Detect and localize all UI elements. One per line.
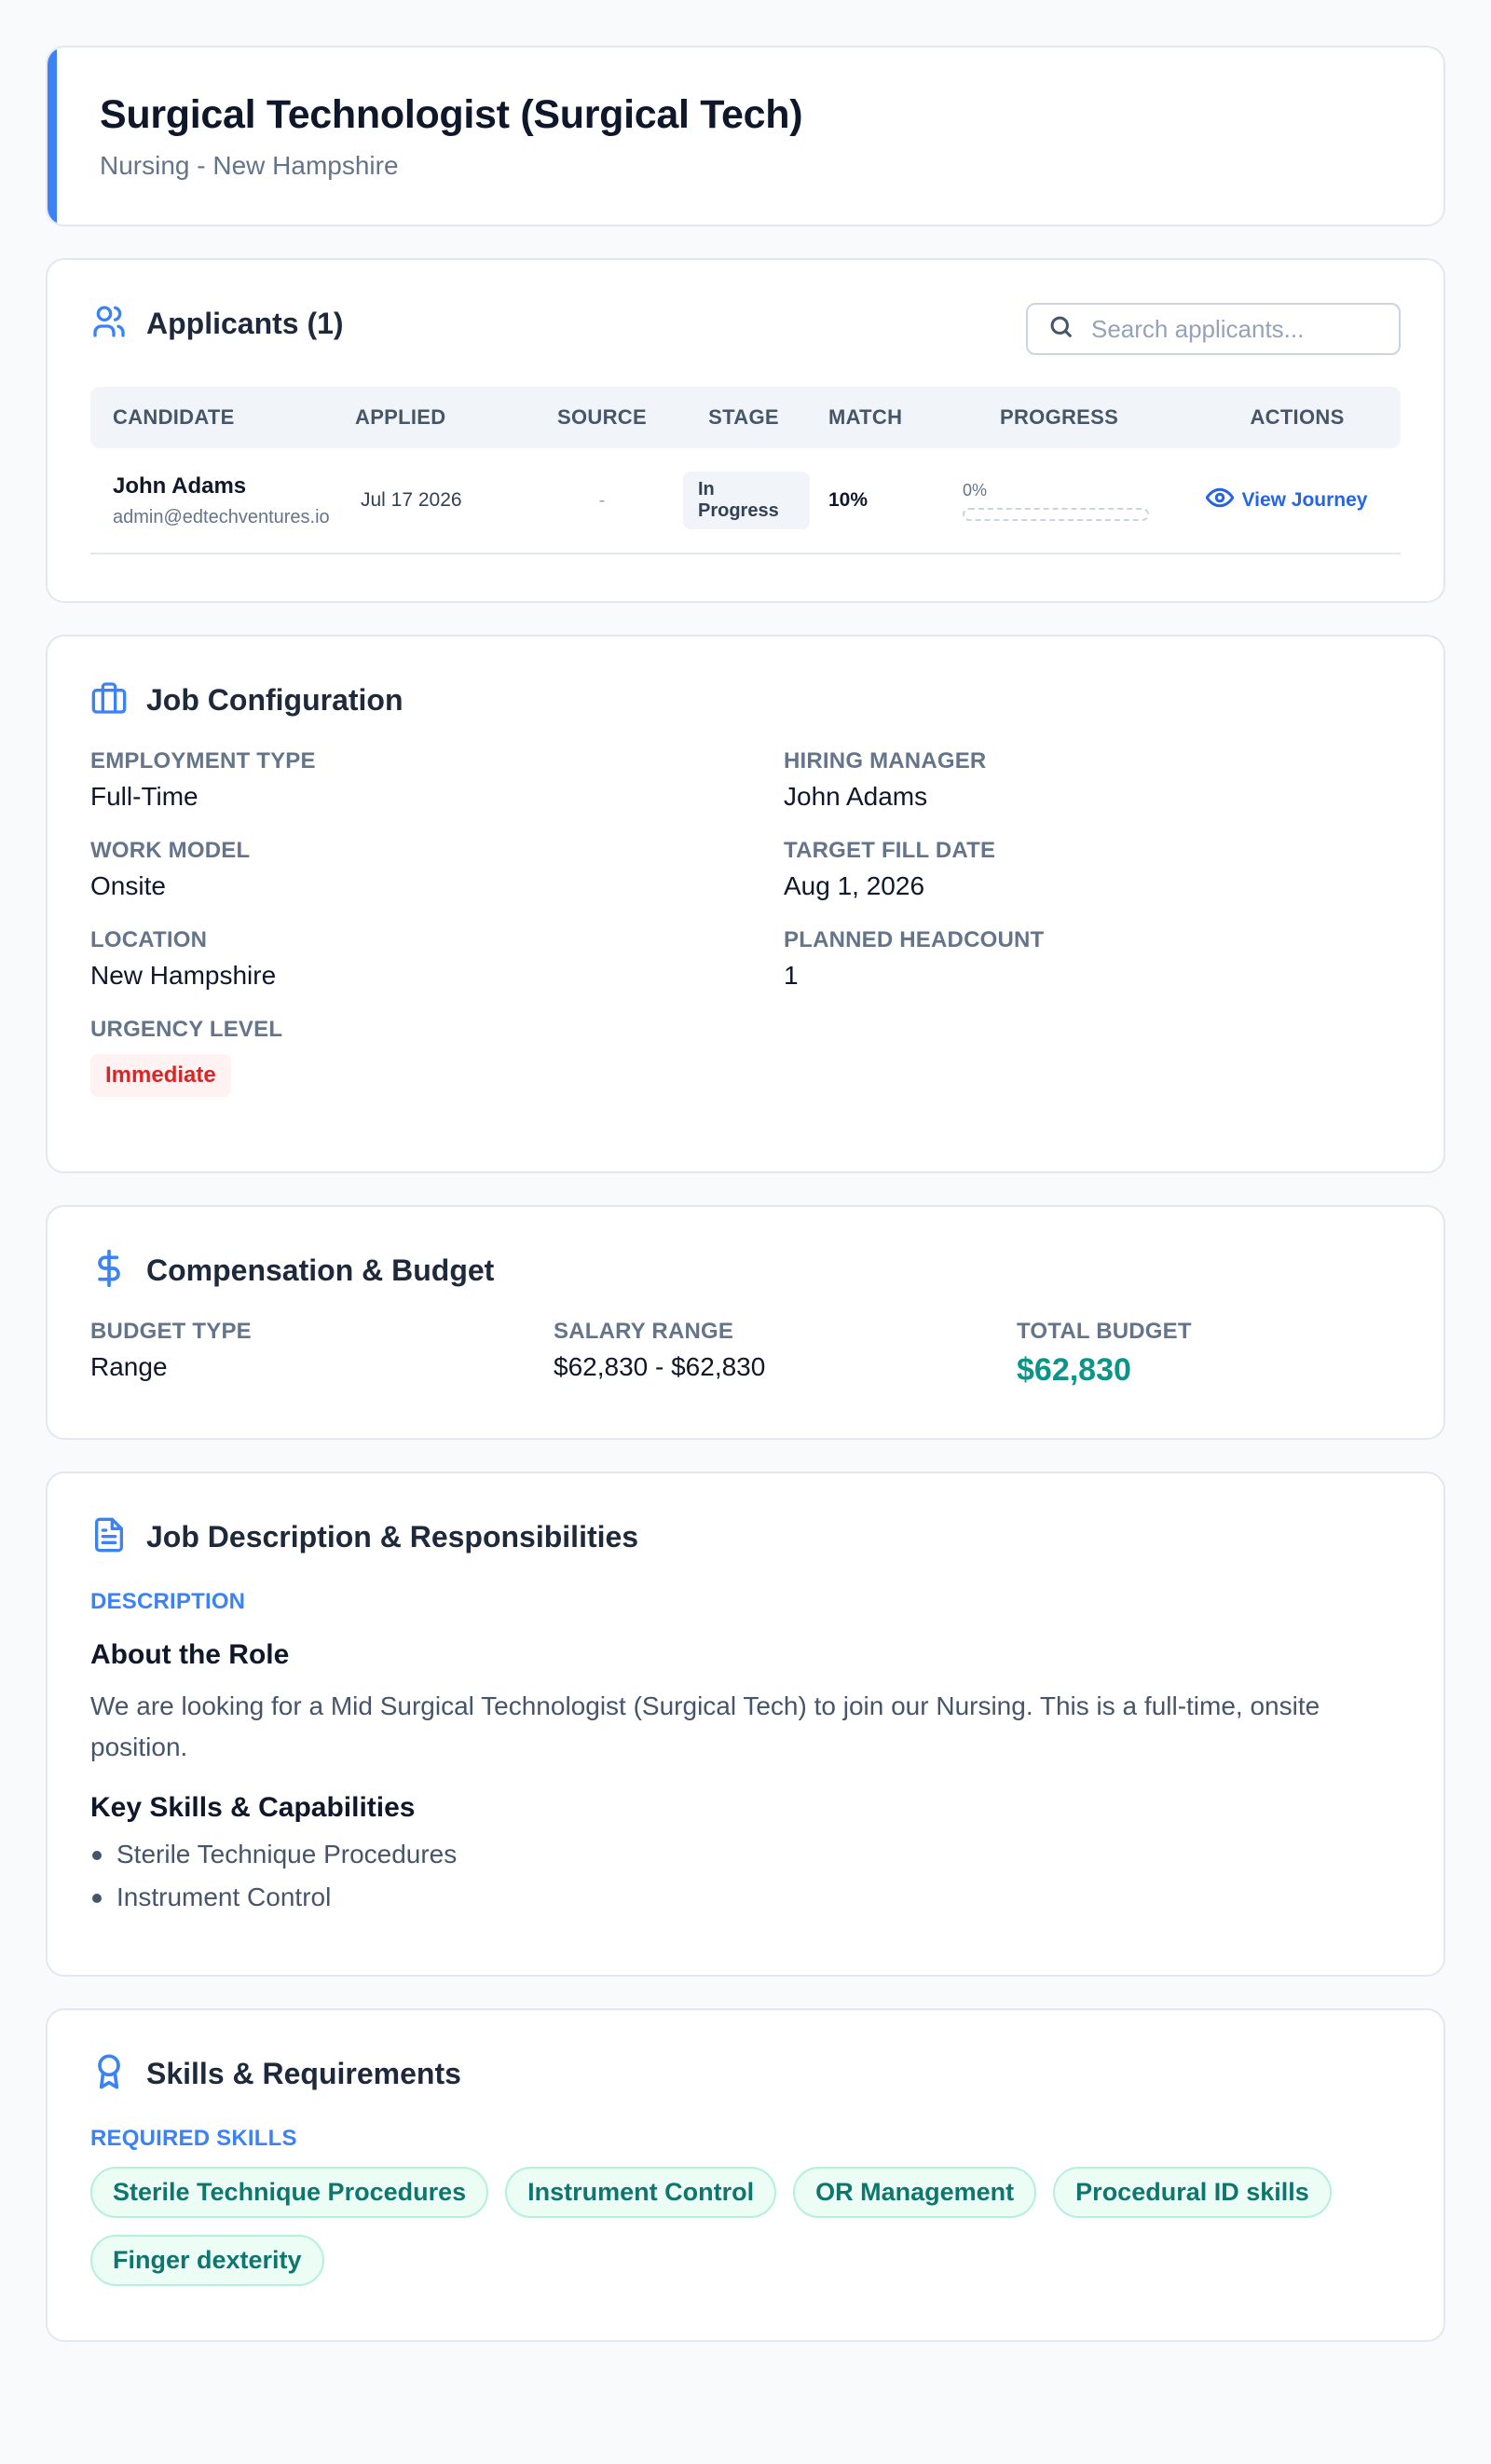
skill-chip: Procedural ID skills [1053,2167,1332,2218]
candidate-cell: John Adams admin@edtechventures.io [90,473,355,528]
page-subtitle: Nursing - New Hampshire [100,151,399,180]
target-fill-label: TARGET FILL DATE [784,838,996,863]
document-icon [90,1516,146,1558]
hiring-manager-value: John Adams [784,782,928,811]
table-row[interactable]: John Adams admin@edtechventures.io Jul 1… [90,448,1401,554]
column-header-stage[interactable]: STAGE [677,405,810,430]
work-model-field: WORK MODEL Onsite [90,838,784,901]
urgency-badge: Immediate [90,1054,231,1097]
budget-type-field: BUDGET TYPE Range [90,1319,554,1389]
table-header: CANDIDATE APPLIED SOURCE STAGE MATCH PRO… [90,387,1401,448]
match-value: 10% [828,489,869,511]
job-header-card: Surgical Technologist (Surgical Tech) Nu… [46,46,1445,226]
view-journey-label: View Journey [1241,489,1368,511]
applied-date: Jul 17 2026 [361,489,462,511]
config-grid: EMPLOYMENT TYPE Full-Time HIRING MANAGER… [90,748,1401,1097]
work-model-label: WORK MODEL [90,838,251,863]
briefcase-icon [90,679,146,721]
header-accent-bar [48,48,57,225]
skill-chips: Sterile Technique Procedures Instrument … [90,2167,1376,2286]
applicants-table: CANDIDATE APPLIED SOURCE STAGE MATCH PRO… [90,387,1401,554]
candidate-email: admin@edtechventures.io [113,506,330,527]
progress-label: 0% [963,480,988,500]
target-fill-value: Aug 1, 2026 [784,871,925,900]
salary-range-value: $62,830 - $62,830 [554,1352,766,1381]
hiring-manager-label: HIRING MANAGER [784,748,987,773]
location-field: LOCATION New Hampshire [90,927,784,991]
skill-chip: Sterile Technique Procedures [90,2167,489,2218]
column-header-candidate[interactable]: CANDIDATE [90,405,355,430]
dollar-icon [90,1249,146,1292]
key-skills-list: Sterile Technique Procedures Instrument … [90,1833,1401,1919]
location-value: New Hampshire [90,961,277,990]
salary-range-field: SALARY RANGE $62,830 - $62,830 [554,1319,1017,1389]
page-title: Surgical Technologist (Surgical Tech) [100,92,803,137]
column-header-match[interactable]: MATCH [810,405,963,430]
config-title: Job Configuration [146,682,404,717]
users-icon [90,303,146,345]
urgency-label: URGENCY LEVEL [90,1017,283,1042]
source-value: - [598,489,606,511]
column-header-applied[interactable]: APPLIED [355,405,527,430]
budget-type-label: BUDGET TYPE [90,1319,252,1344]
about-role-text: We are looking for a Mid Surgical Techno… [90,1691,1320,1761]
employment-type-label: EMPLOYMENT TYPE [90,748,316,773]
skills-title: Skills & Requirements [146,2056,461,2090]
skills-requirements-card: Skills & Requirements REQUIRED SKILLS St… [46,2008,1445,2342]
source-cell: - [527,490,677,512]
job-configuration-card: Job Configuration EMPLOYMENT TYPE Full-T… [46,635,1445,1173]
column-header-progress[interactable]: PROGRESS [963,405,1194,430]
eye-icon [1206,484,1241,517]
applicants-card: Applicants (1) CANDIDATE APPLIED SOURCE … [46,258,1445,603]
config-header: Job Configuration [90,678,1401,722]
headcount-field: PLANNED HEADCOUNT 1 [784,927,1401,991]
work-model-value: Onsite [90,871,166,900]
budget-type-value: Range [90,1352,168,1381]
list-item: Instrument Control [90,1876,1401,1919]
description-header: Job Description & Responsibilities [90,1514,1401,1559]
location-label: LOCATION [90,927,208,952]
about-role-heading: About the Role [90,1639,290,1670]
compensation-header: Compensation & Budget [90,1248,1401,1293]
applicants-title: Applicants (1) [146,306,344,340]
skill-chip: OR Management [793,2167,1037,2218]
search-box[interactable] [1026,303,1401,355]
hiring-manager-field: HIRING MANAGER John Adams [784,748,1401,812]
search-icon [1048,314,1091,345]
award-icon [90,2053,146,2095]
compensation-card: Compensation & Budget BUDGET TYPE Range … [46,1205,1445,1440]
headcount-label: PLANNED HEADCOUNT [784,927,1045,952]
progress-bar [963,507,1149,521]
actions-cell: View Journey [1173,484,1401,517]
target-fill-field: TARGET FILL DATE Aug 1, 2026 [784,838,1401,901]
candidate-name[interactable]: John Adams [113,473,355,500]
list-item: Sterile Technique Procedures [90,1833,1401,1876]
employment-type-value: Full-Time [90,782,198,811]
key-skills-heading: Key Skills & Capabilities [90,1792,416,1823]
skill-chip: Instrument Control [505,2167,777,2218]
stage-badge: In Progress [683,472,810,529]
salary-range-label: SALARY RANGE [554,1319,734,1344]
urgency-field: URGENCY LEVEL Immediate [90,1017,784,1097]
stage-cell: In Progress [677,472,810,529]
compensation-title: Compensation & Budget [146,1253,495,1287]
skill-chip: Finger dexterity [90,2235,324,2286]
employment-type-field: EMPLOYMENT TYPE Full-Time [90,748,784,812]
job-description-card: Job Description & Responsibilities DESCR… [46,1472,1445,1977]
skills-header: Skills & Requirements [90,2051,1401,2096]
headcount-value: 1 [784,961,799,990]
column-header-source[interactable]: SOURCE [527,405,677,430]
search-input[interactable] [1091,314,1399,344]
total-budget-value: $62,830 [1017,1352,1131,1388]
total-budget-field: TOTAL BUDGET $62,830 [1017,1319,1401,1389]
description-label: DESCRIPTION [90,1589,246,1614]
total-budget-label: TOTAL BUDGET [1017,1319,1192,1344]
progress-cell: 0% [963,481,1173,521]
description-title: Job Description & Responsibilities [146,1519,639,1554]
view-journey-link[interactable]: View Journey [1206,484,1368,517]
compensation-grid: BUDGET TYPE Range SALARY RANGE $62,830 -… [90,1319,1401,1389]
column-header-actions: ACTIONS [1250,405,1345,429]
match-cell: 10% [810,489,963,512]
required-skills-label: REQUIRED SKILLS [90,2126,297,2151]
